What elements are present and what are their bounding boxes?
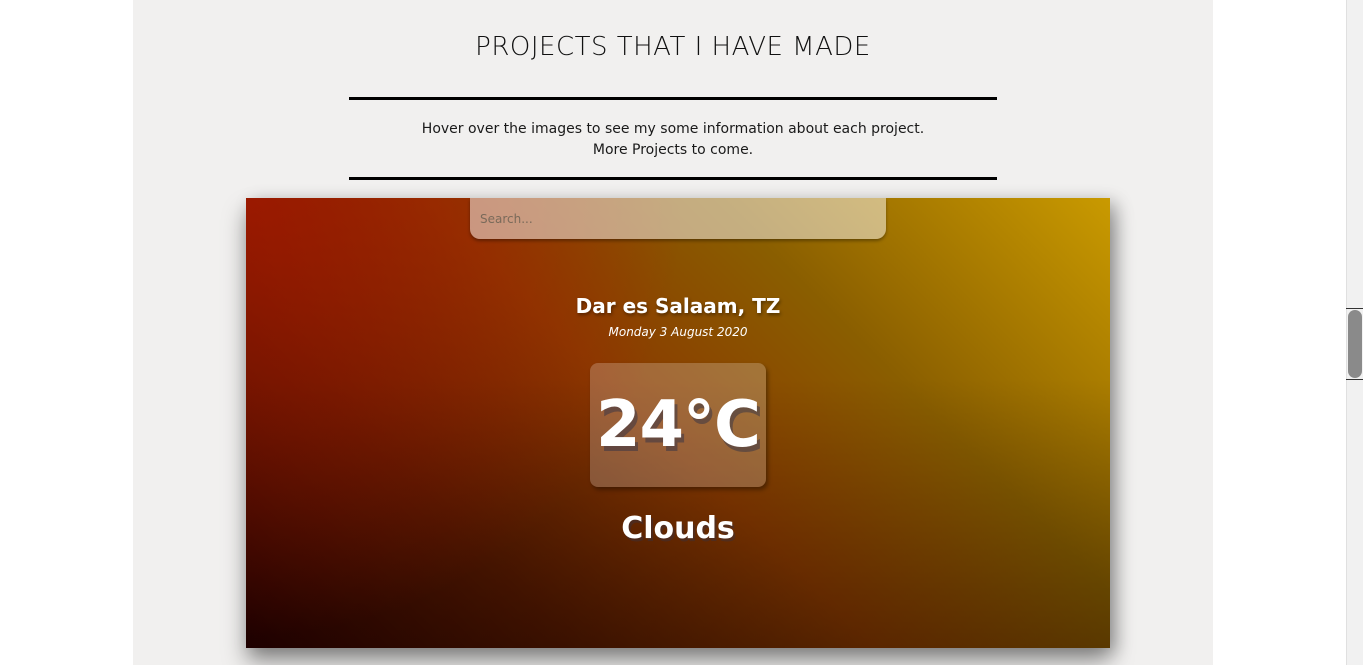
temperature-value: 24°C <box>595 388 761 462</box>
description-line-1: Hover over the images to see my some inf… <box>421 121 925 137</box>
description-line-2: More Projects to come. <box>592 142 754 158</box>
page-container: PROJECTS THAT I HAVE MADE Hover over the… <box>133 0 1213 665</box>
section-title: PROJECTS THAT I HAVE MADE <box>475 32 871 62</box>
temperature-box: 24°C <box>590 363 766 487</box>
scrollbar-marker-bottom <box>1346 379 1363 380</box>
scrollbar-thumb[interactable] <box>1348 310 1362 378</box>
weather-condition: Clouds <box>621 511 735 546</box>
weather-location: Dar es Salaam, TZ <box>575 294 781 318</box>
weather-app-project-card[interactable]: Dar es Salaam, TZ Monday 3 August 2020 2… <box>246 198 1110 648</box>
divider-bottom <box>349 177 997 180</box>
weather-search-input[interactable] <box>470 198 886 239</box>
section-description: Hover over the images to see my some inf… <box>133 119 1213 161</box>
scrollbar-marker-top <box>1346 308 1363 309</box>
divider-top <box>349 97 997 100</box>
weather-date: Monday 3 August 2020 <box>608 325 748 339</box>
